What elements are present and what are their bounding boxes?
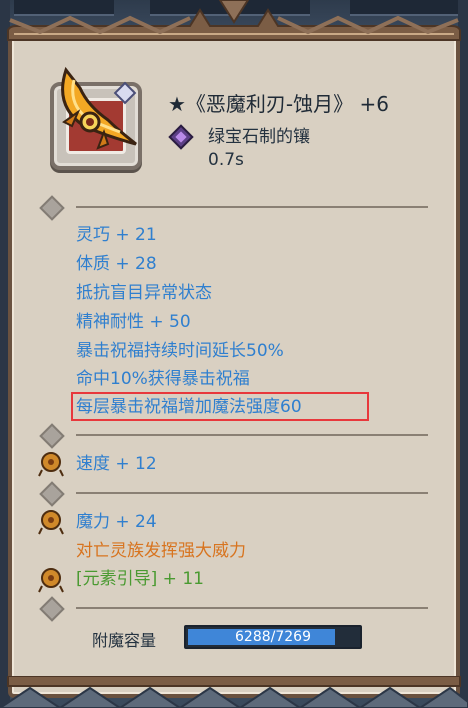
stat-line: 魔力 + 24 [76, 512, 157, 532]
attack-speed-value: 0.7s [208, 150, 244, 170]
gem-slot-text: 绿宝石制的镶 [208, 127, 310, 147]
stat-line: 精神耐性 + 50 [76, 312, 191, 332]
tooltip-frame-bottom [0, 676, 468, 708]
stat-line: 灵巧 + 21 [76, 225, 157, 245]
background-tile [14, 0, 114, 16]
item-title: ★《恶魔利刃-蚀月》 +6 [168, 92, 389, 116]
enchant-capacity-label: 附魔容量 [92, 631, 157, 650]
purple-gem-icon [168, 124, 194, 150]
stat-line-special: 对亡灵族发挥强大威力 [76, 541, 246, 561]
section-divider [76, 492, 428, 494]
background-tile [150, 0, 310, 16]
stat-line: 暴击祝福持续时间延长50% [76, 341, 284, 361]
highlight-box [71, 392, 369, 421]
background-tile [350, 0, 460, 16]
rune-socket-icon [38, 452, 64, 477]
stat-line: 抵抗盲目异常状态 [76, 283, 212, 303]
section-divider [76, 206, 428, 208]
rune-socket-icon [38, 568, 64, 593]
section-divider [76, 607, 428, 609]
enchant-capacity-value: 6288/7269 [235, 629, 311, 645]
stat-line: 体质 + 28 [76, 254, 157, 274]
stat-line: 命中10%获得暴击祝福 [76, 369, 250, 389]
enchant-capacity-bar: 6288/7269 [184, 625, 362, 649]
stat-line: 速度 + 12 [76, 454, 157, 474]
demon-blade-icon [61, 66, 137, 150]
section-divider [76, 434, 428, 436]
stat-line-element: [元素引导] + 11 [76, 569, 204, 589]
rune-socket-icon [38, 510, 64, 535]
